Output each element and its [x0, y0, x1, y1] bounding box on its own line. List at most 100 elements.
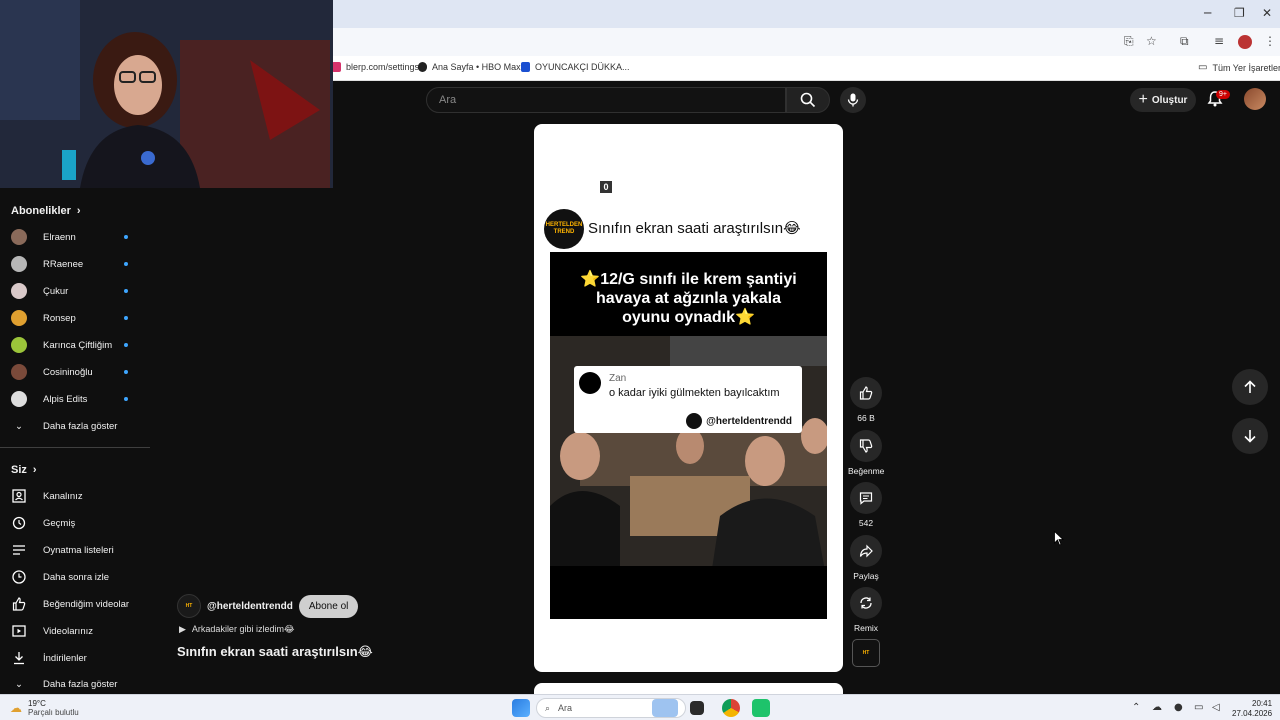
clock[interactable]: 20:41 27.04.2026: [1232, 699, 1272, 719]
short-music-row[interactable]: ▶ Arkadakiler gibi izledim😂: [179, 624, 294, 635]
nav-label: Daha sonra izle: [43, 571, 110, 583]
taskbar-search-label: Ara: [558, 703, 573, 713]
voice-search-button[interactable]: [840, 87, 866, 113]
restore-icon[interactable]: ❐: [1234, 6, 1245, 20]
app-icon[interactable]: [752, 699, 770, 717]
account-avatar[interactable]: [1244, 88, 1266, 110]
subscribe-button[interactable]: Abone ol: [298, 594, 359, 618]
create-button[interactable]: + Oluştur: [1130, 88, 1196, 112]
you-header[interactable]: Siz ›: [11, 464, 37, 476]
profile-icon[interactable]: [1238, 35, 1252, 49]
card-title: Sınıfın ekran saati araştırılsın😂: [588, 220, 801, 237]
remix-action[interactable]: Remix: [848, 587, 884, 633]
playlist-icon: [11, 542, 27, 558]
dislike-action[interactable]: Beğenme: [848, 430, 884, 476]
dislike-label: Beğenme: [848, 466, 885, 476]
bookmark-item[interactable]: OYUNCAKÇI DÜKKA...: [521, 62, 630, 72]
sidebar-item-subscription[interactable]: Elraenn: [0, 225, 150, 249]
like-count: 66 B: [857, 413, 875, 423]
sidebar-item-liked-videos[interactable]: Beğendiğim videolar: [0, 592, 150, 616]
widgets-icon[interactable]: [652, 699, 678, 717]
share-action[interactable]: Paylaş: [848, 535, 884, 581]
quote-handle: @herteldentrendd: [686, 413, 792, 429]
bookmark-label: OYUNCAKÇI DÜKKA...: [535, 62, 630, 72]
show-more-you[interactable]: ⌄ Daha fazla göster: [0, 672, 150, 696]
close-icon[interactable]: ✕: [1262, 6, 1272, 20]
extensions-icon[interactable]: ⧉: [1180, 34, 1189, 49]
menu-icon[interactable]: ⋮: [1264, 34, 1276, 48]
channel-handle[interactable]: @herteldentrendd: [207, 601, 293, 612]
clock-icon: [11, 569, 27, 585]
channel-icon: [11, 488, 27, 504]
show-more-label: Daha fazla göster: [43, 678, 118, 690]
divider: [0, 447, 150, 448]
notification-badge: 9+: [1216, 90, 1230, 99]
folder-icon: ▭: [1198, 62, 1208, 73]
comments-action[interactable]: 542: [848, 482, 884, 528]
arrow-up-icon: [1244, 380, 1256, 393]
chrome-icon[interactable]: [722, 699, 740, 717]
channel-avatar: [11, 283, 27, 299]
subscription-label: Elraenn: [43, 231, 76, 243]
sidebar-item-subscription[interactable]: Çukur: [0, 279, 150, 303]
share-icon: [850, 535, 882, 567]
channel-avatar: [11, 391, 27, 407]
subscriptions-header[interactable]: Abonelikler ›: [11, 205, 81, 217]
mic-icon[interactable]: ●: [1174, 702, 1183, 713]
all-bookmarks[interactable]: ▭ Tüm Yer İşaretleri: [1198, 62, 1280, 73]
sidebar-item-watch-later[interactable]: Daha sonra izle: [0, 565, 150, 589]
like-action[interactable]: 66 B: [848, 377, 884, 423]
minimize-icon[interactable]: ─: [1204, 6, 1211, 20]
clock-time: 20:41: [1252, 699, 1273, 708]
channel-avatar[interactable]: HT: [177, 594, 201, 618]
sidebar-item-subscription[interactable]: Karınca Çiftliğim: [0, 333, 150, 357]
you-title: Siz: [11, 464, 27, 476]
sidebar-item-your-channel[interactable]: Kanalınız: [0, 484, 150, 508]
short-player[interactable]: 0 HERTELDEN TREND Sınıfın ekran saati ar…: [534, 124, 843, 672]
sidebar-item-history[interactable]: Geçmiş: [0, 511, 150, 535]
bookmark-star-icon[interactable]: ☆: [1146, 34, 1157, 48]
subscription-label: Cosininoğlu: [43, 366, 93, 378]
store-icon: [521, 62, 530, 72]
task-view-icon[interactable]: [690, 701, 704, 715]
bookmark-item[interactable]: Ana Sayfa • HBO Max: [418, 62, 521, 72]
tray-chevron-icon[interactable]: ⌃: [1132, 702, 1140, 713]
sidebar-item-subscription[interactable]: Alpis Edits: [0, 387, 150, 411]
bookmark-item[interactable]: blerp.com/settings: [332, 62, 419, 72]
remix-label: Remix: [853, 623, 879, 633]
sidebar-item-subscription[interactable]: RRaenee: [0, 252, 150, 276]
volume-icon[interactable]: ◁: [1212, 702, 1220, 713]
new-content-dot: [124, 235, 128, 239]
sidebar-item-downloads[interactable]: İndirilenler: [0, 646, 150, 670]
webcam-overlay: [0, 0, 333, 188]
mouse-cursor-icon: [1054, 531, 1064, 546]
search-input[interactable]: Ara: [426, 87, 786, 113]
search-icon: ⌕: [545, 702, 551, 713]
weather-widget[interactable]: ☁ 19°C Parçalı bulutlu: [10, 699, 79, 717]
handle-text: @herteldentrendd: [706, 415, 792, 427]
search-button[interactable]: [786, 87, 830, 113]
sidebar-item-subscription[interactable]: Cosininoğlu: [0, 360, 150, 384]
install-app-icon[interactable]: ⎘: [1124, 34, 1134, 49]
nav-label: Beğendiğim videolar: [43, 598, 130, 610]
media-control-icon[interactable]: ≡: [1214, 34, 1224, 48]
show-more-subscriptions[interactable]: ⌄ Daha fazla göster: [0, 414, 150, 438]
sound-thumbnail[interactable]: HT: [852, 639, 880, 667]
blerp-icon: [332, 62, 341, 72]
all-bookmarks-label: Tüm Yer İşaretleri: [1212, 62, 1280, 73]
history-icon: [11, 515, 27, 531]
sidebar-item-playlists[interactable]: Oynatma listeleri: [0, 538, 150, 562]
monitor-icon[interactable]: ▭: [1194, 702, 1203, 713]
start-icon[interactable]: [512, 699, 530, 717]
nav-label: Geçmiş: [43, 517, 76, 529]
sidebar-item-your-videos[interactable]: Videolarınız: [0, 619, 150, 643]
comment-count: 542: [858, 518, 874, 528]
next-short-button[interactable]: [1232, 418, 1268, 454]
caption-line: havaya at ağzınla yakala: [596, 290, 781, 307]
channel-avatar: [11, 256, 27, 272]
sidebar-item-subscription[interactable]: Ronsep: [0, 306, 150, 330]
previous-short-button[interactable]: [1232, 369, 1268, 405]
channel-avatar: [11, 337, 27, 353]
video-frame[interactable]: ⭐12/G sınıfı ile krem şantiyi havaya at …: [550, 252, 827, 619]
cloud-icon[interactable]: ☁: [1152, 702, 1162, 713]
